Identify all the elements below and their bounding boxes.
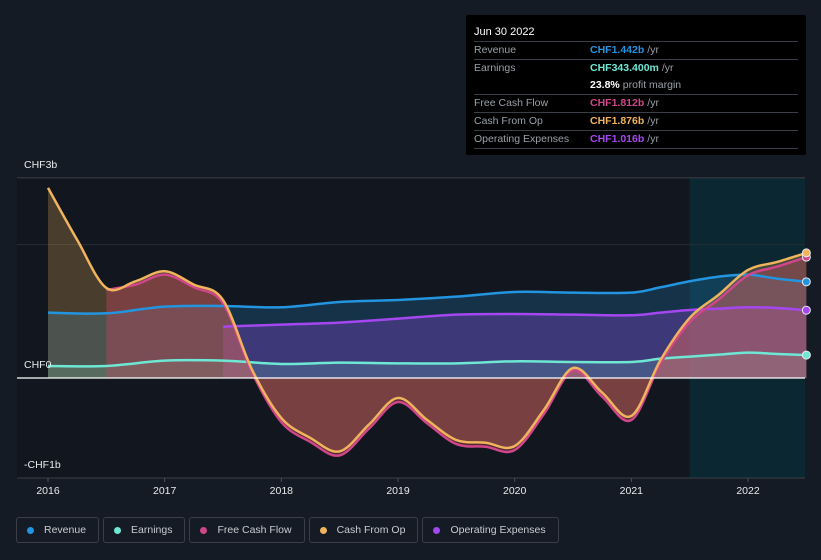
tooltip-panel: Jun 30 2022 Revenue CHF1.442b/yr Earnings C…: [466, 15, 806, 155]
legend-dot-icon: [433, 526, 441, 534]
legend: Revenue Earnings Free Cash Flow Cash From O…: [16, 517, 559, 543]
tooltip-row-value: CHF1.812b: [590, 97, 645, 109]
legend-label: Cash From Op: [336, 524, 406, 536]
tooltip-row-unit: /yr: [647, 133, 659, 145]
tooltip-row: Revenue CHF1.442b/yr: [474, 42, 798, 60]
x-tick-label: 2021: [619, 485, 644, 497]
y-tick-label: CHF0: [24, 359, 52, 371]
x-tick-label: 2018: [269, 485, 294, 497]
x-tick-label: 2019: [386, 485, 410, 497]
tooltip-row-value: CHF1.876b: [590, 115, 645, 127]
y-tick-label: -CHF1b: [24, 459, 61, 471]
legend-dot-icon: [319, 526, 327, 534]
legend-item-operating-expenses[interactable]: Operating Expenses: [422, 517, 559, 543]
tooltip-row-label: Free Cash Flow: [474, 97, 549, 109]
x-tick-label: 2017: [152, 485, 177, 497]
tooltip-row-value: 23.8%: [590, 79, 620, 91]
tooltip-row-unit: /yr: [647, 115, 659, 127]
legend-label: Operating Expenses: [450, 524, 546, 536]
y-tick-label: CHF3b: [24, 159, 58, 171]
endpoint-operating-expenses: [801, 305, 811, 315]
legend-label: Revenue: [44, 524, 87, 536]
legend-item-free-cash-flow[interactable]: Free Cash Flow: [189, 517, 305, 543]
tooltip-row-value: CHF343.400m: [590, 62, 659, 74]
endpoint-earnings: [801, 350, 811, 360]
legend-item-cash-from-op[interactable]: Cash From Op: [308, 517, 419, 543]
endpoint-cash-from-op: [801, 248, 811, 258]
legend-item-earnings[interactable]: Earnings: [103, 517, 186, 543]
tooltip-row: Operating Expenses CHF1.016b/yr: [474, 131, 798, 149]
tooltip-row-label: Cash From Op: [474, 115, 543, 127]
tooltip-row-unit: /yr: [661, 62, 674, 74]
tooltip-row: Earnings CHF343.400m/yr: [474, 60, 798, 77]
tooltip-row-label: Earnings: [474, 62, 516, 74]
tooltip-row-label: [474, 77, 590, 94]
tooltip-row-unit: /yr: [647, 97, 659, 109]
tooltip-row: Free Cash Flow CHF1.812b/yr: [474, 95, 798, 113]
tooltip-row-label: Revenue: [474, 44, 517, 56]
x-tick-label: 2020: [502, 485, 527, 497]
legend-item-revenue[interactable]: Revenue: [16, 517, 100, 543]
legend-label: Earnings: [131, 524, 173, 536]
legend-label: Free Cash Flow: [217, 524, 292, 536]
x-tick-label: 2022: [736, 485, 760, 497]
tooltip-row: Cash From Op CHF1.876b/yr: [474, 113, 798, 131]
endpoint-revenue: [801, 277, 811, 287]
tooltip-row-unit: /yr: [647, 44, 659, 56]
x-tick-label: 2016: [36, 485, 60, 497]
tooltip-row-value: CHF1.016b: [590, 133, 645, 145]
tooltip-row-label: Operating Expenses: [474, 133, 570, 145]
legend-dot-icon: [27, 526, 34, 534]
tooltip-date: Jun 30 2022: [474, 23, 798, 42]
legend-dot-icon: [114, 526, 122, 534]
tooltip-row-value: CHF1.442b: [590, 44, 645, 56]
legend-dot-icon: [200, 526, 208, 534]
tooltip-row-unit: profit margin: [622, 79, 682, 91]
tooltip-row: 23.8% profit margin: [474, 77, 798, 95]
